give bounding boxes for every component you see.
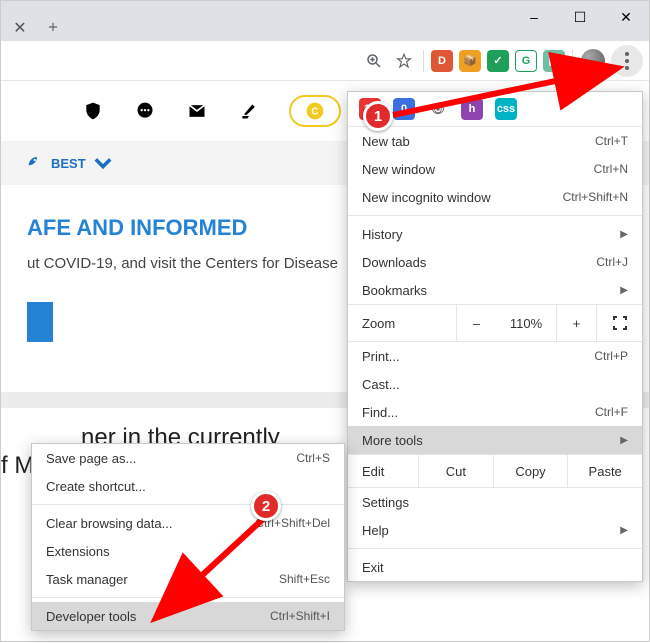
window-controls: – ☐ ✕ [511,1,649,33]
chat-icon[interactable] [133,99,157,123]
ext-overflow-css-icon[interactable]: css [495,98,517,120]
zoom-value: 110% [496,316,556,331]
chevron-right-icon: ▶ [620,229,628,240]
category-label: BEST [51,156,86,171]
tab-close-button[interactable]: ✕ [7,15,33,41]
submenu-developer-tools[interactable]: Developer toolsCtrl+Shift+I [32,602,344,630]
svg-text:C: C [311,106,318,117]
menu-settings[interactable]: Settings [348,488,642,516]
toolbar: D 📦 ✓ G 📄 [1,41,649,81]
chrome-menu-button[interactable] [611,45,643,77]
site-pill-button[interactable]: C [289,95,341,127]
edit-cut-button[interactable]: Cut [418,455,493,487]
ext-overflow-eye-icon[interactable]: 👁 [427,98,449,120]
zoom-in-button[interactable]: + [556,305,596,341]
chevron-right-icon: ▶ [620,285,628,296]
more-tools-submenu: Save page as...Ctrl+S Create shortcut...… [31,443,345,631]
window-close-button[interactable]: ✕ [603,1,649,33]
edit-label: Edit [348,464,418,479]
edit-copy-button[interactable]: Copy [493,455,568,487]
highlight-icon[interactable] [237,99,261,123]
menu-find[interactable]: Find...Ctrl+F [348,398,642,426]
menu-downloads[interactable]: DownloadsCtrl+J [348,248,642,276]
annotation-badge-2: 2 [251,491,281,521]
extension-grammarly-icon[interactable]: G [515,50,537,72]
extension-box-icon[interactable]: 📦 [459,50,481,72]
submenu-create-shortcut[interactable]: Create shortcut... [32,472,344,500]
bookmark-star-icon[interactable] [390,47,418,75]
window-maximize-button[interactable]: ☐ [557,1,603,33]
fullscreen-button[interactable] [596,305,642,341]
chrome-main-menu: 10 0 👁 h css New tabCtrl+T New windowCtr… [347,91,643,582]
extension-shield-icon[interactable]: ✓ [487,50,509,72]
submenu-extensions[interactable]: Extensions [32,537,344,565]
menu-edit-row: Edit Cut Copy Paste [348,454,642,488]
menu-extension-row: 10 0 👁 h css [348,92,642,127]
ext-overflow-icon[interactable]: 0 [393,98,415,120]
chevron-right-icon: ▶ [620,525,628,536]
zoom-indicator-icon[interactable] [360,47,388,75]
menu-exit[interactable]: Exit [348,553,642,581]
submenu-clear-browsing-data[interactable]: Clear browsing data...Ctrl+Shift+Del [32,509,344,537]
fullscreen-icon [612,315,628,331]
profile-avatar[interactable] [581,49,605,73]
window-minimize-button[interactable]: – [511,1,557,33]
kebab-icon [625,52,629,70]
shield-icon[interactable] [81,99,105,123]
submenu-task-manager[interactable]: Task managerShift+Esc [32,565,344,593]
mail-icon[interactable] [185,99,209,123]
edit-paste-button[interactable]: Paste [567,455,642,487]
zoom-out-button[interactable]: – [456,305,496,341]
new-tab-button[interactable] [39,13,67,41]
plus-icon [46,20,60,34]
separator [423,50,424,72]
c-badge-icon: C [305,101,325,121]
annotation-badge-1: 1 [363,101,393,131]
ext-overflow-icon[interactable]: h [461,98,483,120]
menu-help[interactable]: Help▶ [348,516,642,544]
chevron-right-icon: ▶ [620,435,628,446]
menu-cast[interactable]: Cast... [348,370,642,398]
separator [572,50,573,72]
menu-print[interactable]: Print...Ctrl+P [348,342,642,370]
chevron-down-icon [94,154,112,172]
zoom-label: Zoom [348,316,456,331]
menu-new-incognito[interactable]: New incognito windowCtrl+Shift+N [348,183,642,211]
banner-cta-fragment[interactable] [27,302,53,342]
extension-notes-icon[interactable]: 📄 [543,50,565,72]
extension-duckduckgo-icon[interactable]: D [431,50,453,72]
rocket-icon [25,154,43,172]
menu-history[interactable]: History▶ [348,220,642,248]
menu-new-window[interactable]: New windowCtrl+N [348,155,642,183]
submenu-save-page[interactable]: Save page as...Ctrl+S [32,444,344,472]
menu-new-tab[interactable]: New tabCtrl+T [348,127,642,155]
menu-zoom-row: Zoom – 110% + [348,304,642,342]
menu-more-tools[interactable]: More tools▶ [348,426,642,454]
menu-bookmarks[interactable]: Bookmarks▶ [348,276,642,304]
